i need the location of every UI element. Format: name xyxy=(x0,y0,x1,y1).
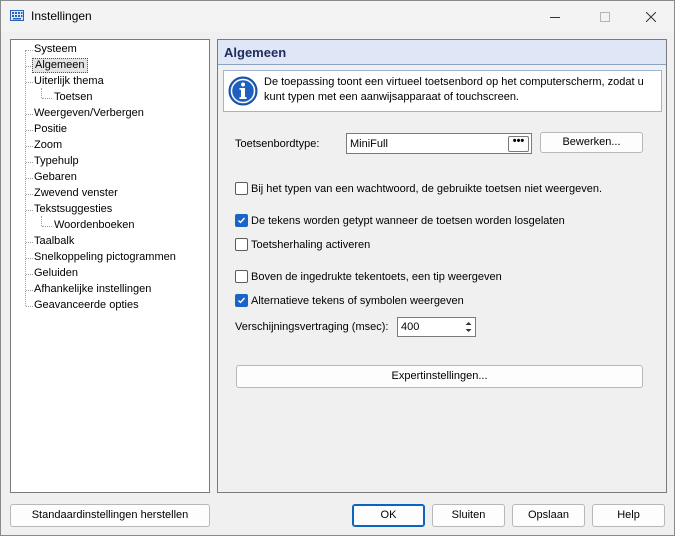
checkmark-icon xyxy=(238,297,246,304)
key-repeat-label: Toetsherhaling activeren xyxy=(251,239,371,251)
title-bar[interactable]: Instellingen xyxy=(1,1,674,32)
window-title: Instellingen xyxy=(31,9,92,23)
tree-item-snelkoppeling-pictogrammen[interactable]: Snelkoppeling pictogrammen xyxy=(32,250,178,265)
tree-item-zoom[interactable]: Zoom xyxy=(32,138,64,153)
keyboard-type-field[interactable]: MiniFull ••• xyxy=(346,133,532,154)
expert-settings-button[interactable]: Expertinstellingen... xyxy=(236,365,643,388)
minimize-button[interactable] xyxy=(532,1,578,32)
hide-password-keys-checkbox[interactable] xyxy=(235,182,248,195)
info-box: De toepassing toont een virtueel toetsen… xyxy=(223,70,662,112)
key-tip-label: Boven de ingedrukte tekentoets, een tip … xyxy=(251,271,502,283)
close-window-button[interactable] xyxy=(628,1,674,32)
tree-connector xyxy=(41,88,42,98)
tree-item-positie[interactable]: Positie xyxy=(32,122,69,137)
tree-item-afhankelijke-instellingen[interactable]: Afhankelijke instellingen xyxy=(32,282,153,297)
tree-item-uiterlijk-thema[interactable]: Uiterlijk thema xyxy=(32,74,106,89)
category-tree[interactable]: Systeem Algemeen Uiterlijk thema Toetsen… xyxy=(10,39,210,493)
tree-item-geavanceerde-opties[interactable]: Geavanceerde opties xyxy=(32,298,141,313)
tree-item-geluiden[interactable]: Geluiden xyxy=(32,266,80,281)
hide-password-keys-label: Bij het typen van een wachtwoord, de geb… xyxy=(251,183,603,195)
delay-value: 400 xyxy=(401,321,420,333)
ok-button[interactable]: OK xyxy=(352,504,425,527)
maximize-icon xyxy=(600,11,610,22)
key-tip-checkbox[interactable] xyxy=(235,270,248,283)
help-button[interactable]: Help xyxy=(592,504,665,527)
tree-item-taalbalk[interactable]: Taalbalk xyxy=(32,234,76,249)
tree-item-toetsen[interactable]: Toetsen xyxy=(52,90,95,105)
keyboard-type-label: Toetsenbordtype: xyxy=(235,138,320,150)
key-repeat-checkbox[interactable] xyxy=(235,238,248,251)
tree-connector xyxy=(42,226,52,227)
tree-connector xyxy=(41,216,42,226)
close-button[interactable]: Sluiten xyxy=(432,504,505,527)
settings-window: Instellingen Systeem Algemeen Uiterlijk … xyxy=(0,0,675,536)
spin-arrows-icon[interactable] xyxy=(463,319,474,335)
settings-panel: Algemeen De toepassing toont een virtuee… xyxy=(217,39,667,493)
maximize-button xyxy=(582,1,628,32)
panel-header: Algemeen xyxy=(218,40,666,65)
delay-spinner[interactable]: 400 xyxy=(397,317,476,337)
info-icon xyxy=(228,76,258,106)
tree-item-typehulp[interactable]: Typehulp xyxy=(32,154,81,169)
checkmark-icon xyxy=(238,217,246,224)
delay-label: Verschijningsvertraging (msec): xyxy=(235,321,389,333)
panel-title: Algemeen xyxy=(224,45,287,60)
keyboard-icon xyxy=(10,10,24,21)
alternative-chars-label: Alternatieve tekens of symbolen weergeve… xyxy=(251,295,464,307)
tree-connector xyxy=(42,98,52,99)
close-icon xyxy=(646,11,656,22)
tree-item-gebaren[interactable]: Gebaren xyxy=(32,170,79,185)
save-button[interactable]: Opslaan xyxy=(512,504,585,527)
tree-item-weergeven-verbergen[interactable]: Weergeven/Verbergen xyxy=(32,106,146,121)
keyboard-type-value: MiniFull xyxy=(350,138,388,150)
tree-item-zwevend-venster[interactable]: Zwevend venster xyxy=(32,186,120,201)
browse-keyboard-button[interactable]: ••• xyxy=(508,136,529,152)
restore-defaults-button[interactable]: Standaardinstellingen herstellen xyxy=(10,504,210,527)
info-text: De toepassing toont een virtueel toetsen… xyxy=(264,76,644,103)
alternative-chars-checkbox[interactable] xyxy=(235,294,248,307)
edit-button[interactable]: Bewerken... xyxy=(540,132,643,153)
tree-item-woordenboeken[interactable]: Woordenboeken xyxy=(52,218,137,233)
type-on-release-label: De tekens worden getypt wanneer de toets… xyxy=(251,215,565,227)
tree-item-systeem[interactable]: Systeem xyxy=(32,42,79,57)
tree-item-algemeen[interactable]: Algemeen xyxy=(32,58,88,73)
tree-item-tekstsuggesties[interactable]: Tekstsuggesties xyxy=(32,202,114,217)
minimize-icon xyxy=(550,16,560,18)
type-on-release-checkbox[interactable] xyxy=(235,214,248,227)
